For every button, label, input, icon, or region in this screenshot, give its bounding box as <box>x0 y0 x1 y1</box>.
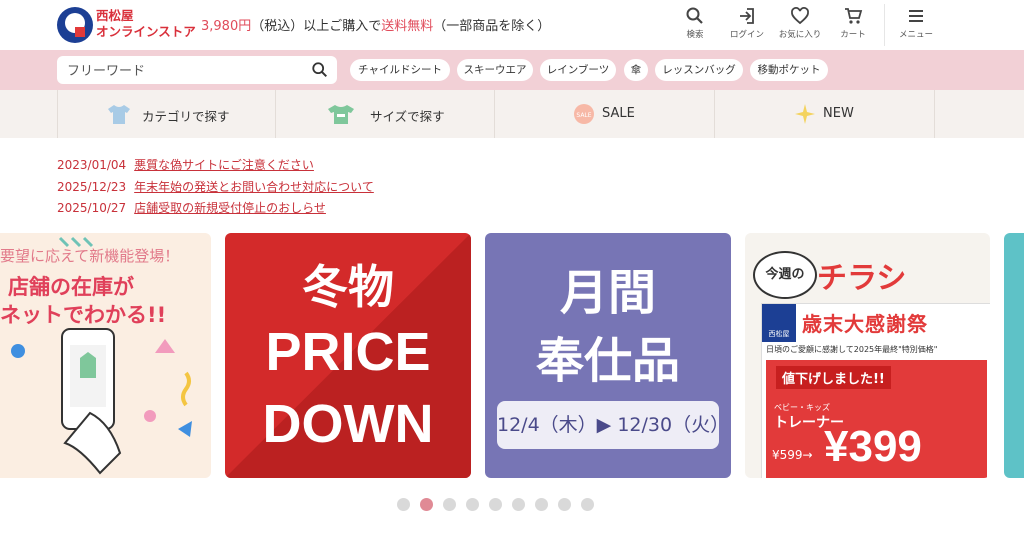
flyer-sale-title: 歳末大感謝祭 <box>802 312 928 336</box>
tag-umbrella[interactable]: 傘 <box>624 59 648 81</box>
tag-lesson-bag[interactable]: レッスンバッグ <box>655 59 743 81</box>
sale-label: SALE <box>602 106 635 121</box>
banner-next-peek[interactable] <box>1004 233 1024 478</box>
shipping-promo: 3,980円（税込）以上ご購入で送料無料（一部商品を除く） <box>201 15 550 34</box>
site-header: 西松屋 オンラインストア 3,980円（税込）以上ご購入で送料無料（一部商品を除… <box>0 0 1024 50</box>
login-icon <box>740 8 754 24</box>
flyer-logo: 西松屋 <box>762 304 796 342</box>
carousel-dot[interactable] <box>535 498 548 511</box>
carousel-dot[interactable] <box>558 498 571 511</box>
banner3-period: 12/4（木）▶ 12/30（火） <box>497 401 729 449</box>
search-input[interactable] <box>65 60 309 82</box>
tag-rain-boots[interactable]: レインブーツ <box>540 59 616 81</box>
promo-free: 送料無料 <box>381 19 434 34</box>
news-date: 2023/01/04 <box>57 158 127 172</box>
cart-label: カート <box>840 30 866 40</box>
new-label: NEW <box>823 106 854 121</box>
store-stock-illustration <box>11 236 192 475</box>
old-price: ¥599→ <box>772 448 813 462</box>
promo-price: 3,980円 <box>201 19 252 34</box>
favorites-label: お気に入り <box>778 30 822 40</box>
tag-ski-wear[interactable]: スキーウエア <box>457 59 533 81</box>
carousel-dot[interactable] <box>489 498 502 511</box>
size-browse-label: サイズで探す <box>370 109 445 124</box>
banner2-line2: PRICE <box>265 322 431 382</box>
login-label: ログイン <box>729 30 764 40</box>
carousel-dot[interactable] <box>443 498 456 511</box>
header-cart-button[interactable]: カート <box>825 6 881 40</box>
banner3-line1: 月間 <box>559 265 656 321</box>
flyer-sheet: 西松屋 歳末大感謝祭 日頃のご愛顧に感謝して2025年最終"特別価格" 値下げし… <box>761 303 990 478</box>
flyer-subtitle: 日頃のご愛顧に感謝して2025年最終"特別価格" <box>766 345 938 354</box>
brand-name-line2: オンラインストア <box>96 24 196 39</box>
svg-text:SALE: SALE <box>576 112 591 119</box>
search-submit-icon[interactable] <box>311 61 329 79</box>
news-date: 2025/10/27 <box>57 201 127 215</box>
flyer-title: チラシ <box>817 261 907 296</box>
header-menu-button[interactable]: メニュー <box>888 6 944 40</box>
menu-label: メニュー <box>898 30 933 40</box>
weekly-badge: 今週の <box>753 251 817 299</box>
news-title[interactable]: 年末年始の発送とお問い合わせ対応について <box>134 180 374 194</box>
category-bar: カテゴリで探す サイズで探す SALE SALE NEW <box>0 90 1024 138</box>
news-item[interactable]: 2025/10/27 店舗受取の新規受付停止のおしらせ <box>57 199 326 216</box>
price-down-label: 値下げしました!! <box>776 366 891 389</box>
promo-mid: （税込）以上ご購入で <box>251 19 382 34</box>
shirt-size-icon <box>328 105 354 124</box>
header-login-button[interactable]: ログイン <box>719 6 775 40</box>
header-search-button[interactable]: 検索 <box>667 6 723 40</box>
sparkle-icon <box>795 104 815 124</box>
heart-icon <box>791 7 809 25</box>
banner2-line3: DOWN <box>262 394 434 454</box>
search-box <box>57 56 337 84</box>
carousel-dot[interactable] <box>512 498 525 511</box>
sale-icon: SALE <box>574 104 594 124</box>
brand-logo[interactable] <box>57 7 93 43</box>
carousel-dot[interactable] <box>466 498 479 511</box>
banner-winter-price-down[interactable]: 冬物 PRICE DOWN <box>225 233 471 478</box>
new-price: ¥399 <box>824 422 922 471</box>
news-title[interactable]: 悪質な偽サイトにご注意ください <box>134 158 314 172</box>
news-date: 2025/12/23 <box>57 180 127 194</box>
carousel-dot[interactable] <box>581 498 594 511</box>
new-link[interactable]: NEW <box>714 90 935 138</box>
sale-link[interactable]: SALE SALE <box>494 90 715 138</box>
cart-icon <box>845 8 863 24</box>
category-browse[interactable]: カテゴリで探す <box>57 90 276 138</box>
news-item[interactable]: 2025/12/23 年末年始の発送とお問い合わせ対応について <box>57 178 374 195</box>
header-favorites-button[interactable]: お気に入り <box>772 6 828 40</box>
size-browse[interactable]: サイズで探す <box>275 90 495 138</box>
banner2-line1: 冬物 <box>302 260 394 314</box>
banner1-caption: 要望に応えて新機能登場！ <box>0 247 180 265</box>
banner-store-stock[interactable]: 要望に応えて新機能登場！ 店舗の在庫が ネットでわかる!! <box>0 233 211 478</box>
search-icon <box>686 7 703 24</box>
brand-name[interactable]: 西松屋 オンラインストア <box>96 8 196 40</box>
banner1-line1: 店舗の在庫が <box>8 275 134 299</box>
banner1-line2: ネットでわかる!! <box>0 303 167 327</box>
menu-icon <box>909 10 923 22</box>
tshirt-icon <box>108 105 130 124</box>
news-title[interactable]: 店舗受取の新規受付停止のおしらせ <box>134 201 326 215</box>
search-bar: チャイルドシート スキーウエア レインブーツ 傘 レッスンバッグ 移動ポケット <box>0 50 1024 90</box>
banner-monthly-special[interactable]: 月間 奉仕品 12/4（木）▶ 12/30（火） <box>485 233 731 478</box>
header-divider <box>884 4 885 46</box>
carousel-dot-active[interactable] <box>420 498 433 511</box>
banner3-line2: 奉仕品 <box>535 333 680 389</box>
brand-name-line1: 西松屋 <box>96 8 134 23</box>
banner-weekly-flyer[interactable]: 今週の チラシ 西松屋 歳末大感謝祭 日頃のご愛顧に感謝して2025年最終"特別… <box>745 233 990 478</box>
promo-tail: （一部商品を除く） <box>433 19 551 34</box>
tag-child-seat[interactable]: チャイルドシート <box>350 59 450 81</box>
news-item[interactable]: 2023/01/04 悪質な偽サイトにご注意ください <box>57 156 314 173</box>
category-browse-label: カテゴリで探す <box>142 109 230 124</box>
carousel-dot[interactable] <box>397 498 410 511</box>
flyer-red-panel: 値下げしました!! ベビー・キッズ トレーナー ¥599→ ¥399 <box>766 360 987 478</box>
search-label: 検索 <box>686 30 704 40</box>
tag-pocket[interactable]: 移動ポケット <box>750 59 828 81</box>
